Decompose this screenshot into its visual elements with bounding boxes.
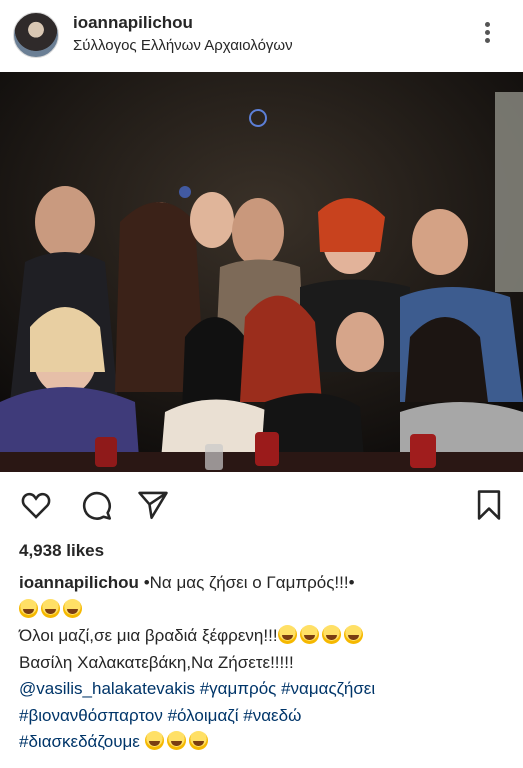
caption-line-4: Βασίλη Χαλακατεβάκη,Να Ζήσετε!!!!! (19, 652, 294, 672)
hashtags-line-2[interactable]: #βιονανθόσπαρτον #όλοιμαζί #ναεδώ (19, 703, 514, 730)
grin-emoji-icon (19, 598, 38, 618)
bookmark-icon[interactable] (472, 488, 506, 522)
smile-emoji-icon (321, 625, 341, 644)
hashtags-line-1[interactable]: @vasilis_halakatevakis #γαμπρός #ναμαςζή… (19, 676, 514, 703)
smile-emoji-icon (343, 625, 363, 644)
caption-text-1: •Να μας ζήσει ο Γαμπρός!!!• (143, 573, 355, 592)
group-photo-image (0, 72, 523, 472)
caption-emoji-line (19, 597, 514, 624)
comment-icon[interactable] (78, 488, 116, 522)
send-icon[interactable] (134, 488, 172, 522)
hashtags-line-3-wrap: #διασκεδάζουμε (19, 729, 514, 756)
grin-emoji-icon (41, 598, 60, 618)
hashtags-line-3[interactable]: #διασκεδάζουμε (19, 732, 140, 751)
caption-username[interactable]: ioannapilichou (19, 573, 139, 592)
grin-emoji-icon (63, 598, 82, 618)
likes-count[interactable]: 4,938 likes (19, 541, 104, 561)
wink-kiss-emoji-icon (277, 625, 297, 644)
caption-text-3: Όλοι μαζί,σε μια βραδιά ξέφρενη!!! (19, 626, 278, 645)
post-username[interactable]: ioannapilichou (73, 13, 193, 33)
grin-emoji-icon (188, 731, 208, 750)
heart-icon[interactable] (17, 488, 55, 522)
post-caption: ioannapilichou •Να μας ζήσει ο Γαμπρός!!… (19, 570, 514, 756)
more-options-icon[interactable] (480, 20, 494, 50)
wink-kiss-emoji-icon (299, 625, 319, 644)
profile-avatar[interactable] (13, 12, 59, 58)
post-header: ioannapilichou Σύλλογος Ελλήνων Αρχαιολό… (0, 0, 523, 72)
grin-emoji-icon (166, 731, 186, 750)
post-photo[interactable] (0, 72, 523, 472)
caption-line-1: ioannapilichou •Να μας ζήσει ο Γαμπρός!!… (19, 570, 514, 597)
caption-line-3: Όλοι μαζί,σε μια βραδιά ξέφρενη!!! (19, 623, 514, 650)
action-bar (0, 472, 523, 534)
grin-emoji-icon (144, 731, 164, 750)
post-location[interactable]: Σύλλογος Ελλήνων Αρχαιολόγων (73, 37, 293, 54)
